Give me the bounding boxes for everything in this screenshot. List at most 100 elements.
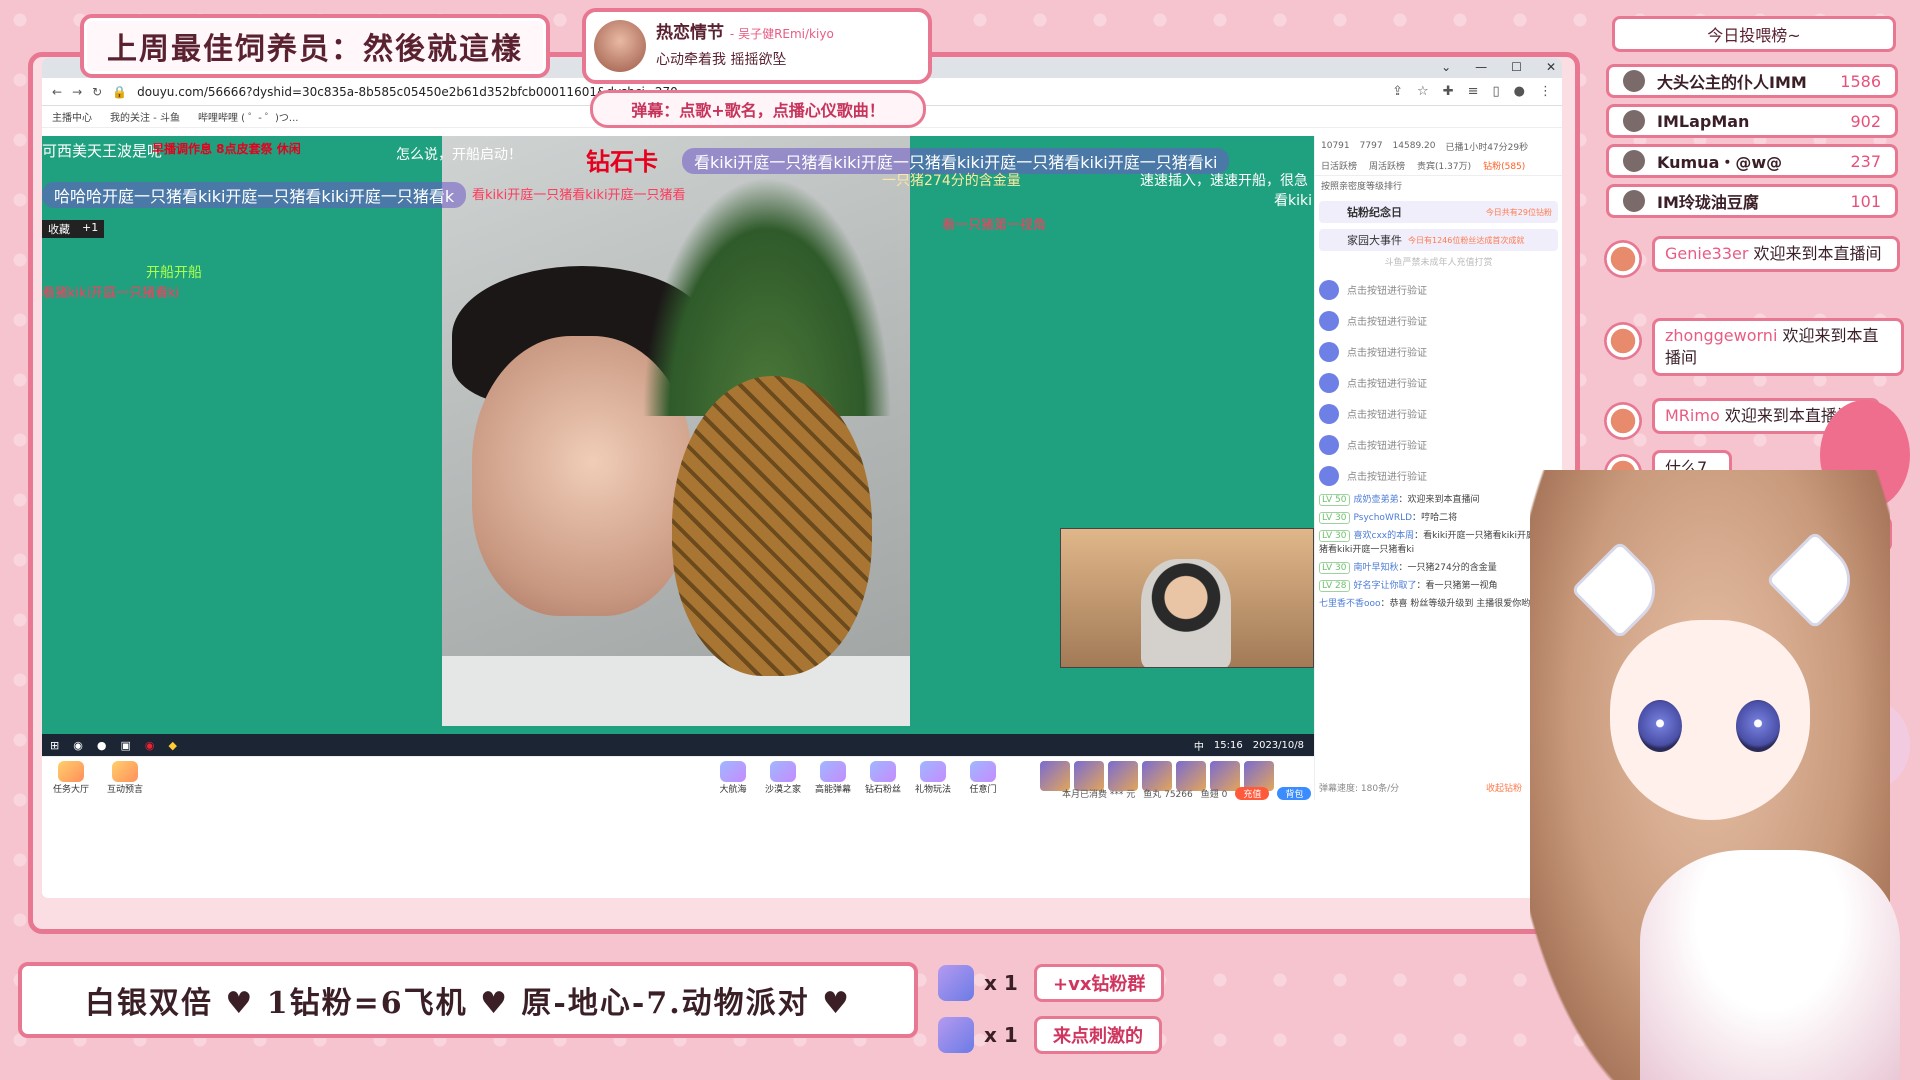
gift-desert[interactable]: 沙漠之家 [762, 761, 804, 795]
reload-icon[interactable]: ↻ [92, 85, 102, 99]
gift-danmu[interactable]: 高能弹幕 [812, 761, 854, 795]
desert-icon [770, 761, 796, 782]
app-icon-3[interactable]: ◆ [168, 739, 176, 752]
song-lyric: 心动牵着我 摇摇欲坠 [656, 52, 787, 68]
collapse-fans-button[interactable]: 收起钻粉 [1486, 781, 1522, 794]
danmaku-10: 看一只猪第一视角 [942, 218, 1047, 233]
task-hall-button[interactable]: 任务大厅 [50, 761, 92, 795]
collapse-button[interactable]: ⌄ [1441, 60, 1451, 74]
extensions-icon[interactable]: ✚ [1443, 84, 1454, 99]
photo-shelf [442, 656, 910, 726]
portal-icon [970, 761, 996, 782]
gift-diamond[interactable]: 钻石粉丝 [862, 761, 904, 795]
chat-text: 欢迎来到本直播间 [1753, 244, 1882, 263]
forward-icon[interactable]: → [72, 85, 82, 99]
star-icon[interactable]: ☆ [1417, 84, 1429, 99]
verify-row[interactable]: 点击按钮进行验证 [1319, 462, 1562, 489]
tab-daily[interactable]: 日活跃榜 [1321, 159, 1357, 172]
level-badge: LV 30 [1319, 512, 1350, 524]
verify-icon [1319, 372, 1339, 393]
recharge-button[interactable]: 充值 [1235, 787, 1270, 800]
pineapple-body [672, 376, 872, 676]
chat-message: LV 50 成奶壶弟弟：欢迎来到本直播间 [1319, 493, 1558, 507]
chat-nick[interactable]: 南叶早知秋 [1354, 563, 1399, 573]
obs-icon[interactable]: ◉ [73, 739, 83, 752]
profile-icon[interactable]: ● [1514, 84, 1525, 99]
verify-label: 点击按钮进行验证 [1347, 317, 1427, 328]
danmaku-12: 看猪kiki开庭一只猪看ki [42, 286, 180, 301]
menu-icon[interactable]: ⋮ [1539, 84, 1552, 99]
rank-name: Kumua・@w@ [1657, 153, 1783, 172]
collect-button[interactable]: 收藏 [48, 221, 70, 237]
bookmark-1[interactable]: 主播中心 [52, 109, 92, 124]
verify-row[interactable]: 点击按钮进行验证 [1319, 276, 1562, 303]
danmaku-11: 开船开船 [146, 265, 202, 281]
chat-nick[interactable]: 成奶壶弟弟 [1354, 495, 1399, 505]
tab-vip[interactable]: 贵宾(1.37万) [1417, 159, 1471, 172]
close-button[interactable]: ✕ [1546, 60, 1556, 74]
video-controls: 收藏 +1 [42, 220, 105, 238]
rank-score: 101 [1850, 191, 1881, 211]
windows-start-icon[interactable]: ⊞ [50, 739, 59, 752]
chat-message: LV 30 南叶早知秋：一只猪274分的含金量 [1319, 561, 1558, 575]
plus-one-button[interactable]: +1 [82, 221, 98, 237]
bag-button[interactable]: 背包 [1277, 787, 1312, 800]
fans-day-row[interactable]: 钻粉纪念日 今日共有29位钻粉 [1319, 201, 1558, 223]
level-badge: LV 28 [1319, 580, 1350, 592]
level-badge: LV 30 [1319, 562, 1350, 574]
prediction-icon [112, 761, 138, 782]
chat-nick[interactable]: 七里香不香ooo [1319, 599, 1381, 609]
welcome-bubble: zhonggeworni 欢迎来到本直播间 [1652, 318, 1904, 376]
badge-icon-2 [938, 1017, 974, 1053]
badge-row-1: x 1 +vx钻粉群 [938, 964, 1165, 1002]
gift-play[interactable]: 礼物玩法 [912, 761, 954, 795]
netease-music-icon[interactable]: ◉ [145, 739, 155, 752]
chat-nick[interactable]: PsychoWRLD [1354, 513, 1413, 523]
gift-portal[interactable]: 任意门 [962, 761, 1004, 795]
back-icon[interactable]: ← [52, 85, 62, 99]
rank-item: IM玲珑油豆腐 101 [1606, 184, 1898, 218]
maximize-button[interactable]: ☐ [1511, 60, 1522, 74]
system-tray: 中 15:16 2023/10/8 [1194, 738, 1304, 753]
chat-nick[interactable]: 好名字让你取了 [1354, 581, 1417, 591]
sidebar-icon[interactable]: ▯ [1493, 84, 1500, 99]
rank-title: 今日投喂榜~ [1612, 16, 1896, 52]
rank-score: 237 [1850, 151, 1881, 171]
yuchi-balance: 鱼翅 0 [1200, 790, 1228, 800]
verify-row[interactable]: 点击按钮进行验证 [1319, 338, 1562, 365]
event-row[interactable]: 家园大事件 今日有1246位粉丝达成首次成就 [1319, 229, 1558, 251]
reading-list-icon[interactable]: ≡ [1468, 84, 1479, 99]
vtuber-eye-right [1736, 700, 1780, 752]
panel-stats: 10791 7797 14589.20 已播1小时47分29秒 [1315, 136, 1562, 156]
verify-row[interactable]: 点击按钮进行验证 [1319, 400, 1562, 427]
verify-icon [1319, 434, 1339, 455]
share-icon[interactable]: ⇪ [1392, 84, 1403, 99]
prediction-button[interactable]: 互动预言 [104, 761, 146, 795]
verify-row[interactable]: 点击按钮进行验证 [1319, 431, 1562, 458]
yuan-count: 14589.20 [1392, 141, 1436, 151]
avatar [1623, 110, 1645, 132]
level-badge: LV 50 [1319, 494, 1350, 506]
bottom-info-banner: 白银双倍 ♥ 1钻粉=6飞机 ♥ 原-地心-7.动物派对 ♥ [18, 962, 918, 1038]
app-icon[interactable]: ● [97, 739, 107, 752]
tab-weekly[interactable]: 周活跃榜 [1369, 159, 1405, 172]
chat-text: 恭喜 粉丝等级升级到 主播很爱你哟 [1389, 599, 1531, 609]
live-time: 已播1小时47分29秒 [1445, 142, 1529, 153]
app-icon-2[interactable]: ▣ [120, 739, 130, 752]
badge-icon-1 [938, 965, 974, 1001]
stream-video[interactable]: 可西美天王波是呢 早播调作息 8点皮套祭 休闲 怎么说，开船启动！ 钻石卡 看k… [42, 136, 1314, 756]
bookmark-2[interactable]: 我的关注 - 斗鱼 [110, 109, 180, 124]
tray-ime[interactable]: 中 [1194, 738, 1204, 753]
tab-diamond-fans[interactable]: 钻粉(585) [1483, 159, 1525, 172]
gift-voyage[interactable]: 大航海 [712, 761, 754, 795]
minimize-button[interactable]: — [1475, 60, 1487, 74]
verify-row[interactable]: 点击按钮进行验证 [1319, 307, 1562, 334]
danmu-speed: 弹幕速度: 180条/分 [1319, 784, 1400, 794]
avatar [1623, 70, 1645, 92]
verify-row[interactable]: 点击按钮进行验证 [1319, 369, 1562, 396]
chat-nick[interactable]: 喜欢cxx的本周 [1354, 531, 1415, 541]
douyu-side-panel: 10791 7797 14589.20 已播1小时47分29秒 日活跃榜 周活跃… [1314, 136, 1562, 800]
bookmark-3[interactable]: 哔哩哔哩 ( ゜- ゜)つ... [198, 109, 298, 124]
vtuber-body [1640, 850, 1900, 1080]
fans-count: 10791 [1321, 141, 1350, 151]
